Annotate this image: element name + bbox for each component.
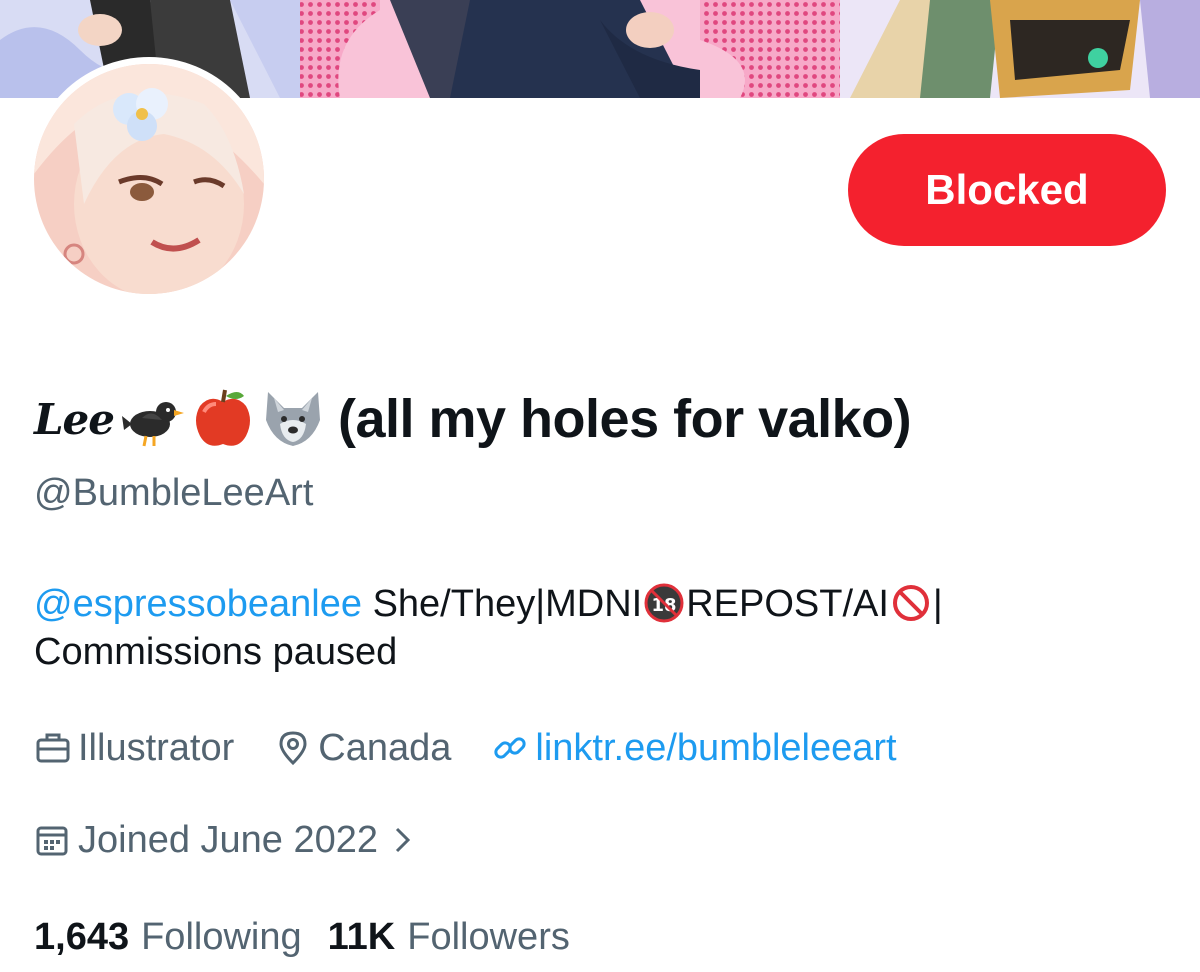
location-pin-icon	[279, 731, 307, 766]
joined-date[interactable]: Joined June 2022	[34, 816, 422, 864]
following-count: 1,643	[34, 915, 130, 958]
apple-emoji	[190, 386, 256, 452]
bio-text-line2: Commissions paused	[34, 631, 398, 673]
avatar-artwork	[34, 64, 264, 294]
bio-mention-link[interactable]: @espressobeanlee	[34, 583, 362, 625]
bio-text-3: |	[932, 583, 943, 625]
followers-label: Followers	[407, 915, 570, 958]
profile-bio: @espressobeanlee She/They|MDNI 18 REPOST…	[34, 580, 1174, 676]
profession-item: Illustrator	[34, 727, 234, 770]
calendar-icon	[36, 826, 68, 856]
wolf-emoji	[260, 386, 326, 452]
joined-text: Joined June 2022	[78, 818, 379, 861]
follow-stats: 1,643 Following 11K Followers	[34, 912, 596, 962]
website-item[interactable]: linktr.ee/bumbleleeart	[491, 727, 897, 770]
chevron-right-icon	[395, 827, 411, 853]
profession-text: Illustrator	[78, 726, 235, 769]
under-18-icon: 18	[644, 583, 684, 623]
display-name-text: (all my holes for valko)	[337, 389, 912, 449]
display-name-script: Lee	[34, 394, 115, 444]
bird-emoji	[120, 386, 186, 452]
avatar[interactable]	[34, 64, 264, 294]
bio-text-1: She/They|MDNI	[362, 583, 643, 625]
blocked-button[interactable]: Blocked	[848, 134, 1166, 246]
location-text: Canada	[318, 726, 452, 769]
link-icon	[494, 737, 527, 759]
briefcase-icon	[36, 733, 70, 763]
following-stat[interactable]: 1,643 Following	[34, 916, 302, 959]
bio-text-2: REPOST/AI	[686, 583, 889, 625]
followers-stat[interactable]: 11K Followers	[328, 916, 570, 959]
prohibited-icon	[891, 583, 931, 623]
following-label: Following	[141, 915, 302, 958]
website-link[interactable]: linktr.ee/bumbleleeart	[535, 727, 896, 770]
profile-meta: Illustrator Canada linktr.ee/bumbleleear…	[34, 724, 937, 772]
location-item: Canada	[274, 727, 451, 770]
user-handle: @BumbleLeeArt	[34, 472, 314, 514]
display-name: Lee (all my holes for valko)	[34, 380, 912, 458]
followers-count: 11K	[327, 915, 396, 958]
